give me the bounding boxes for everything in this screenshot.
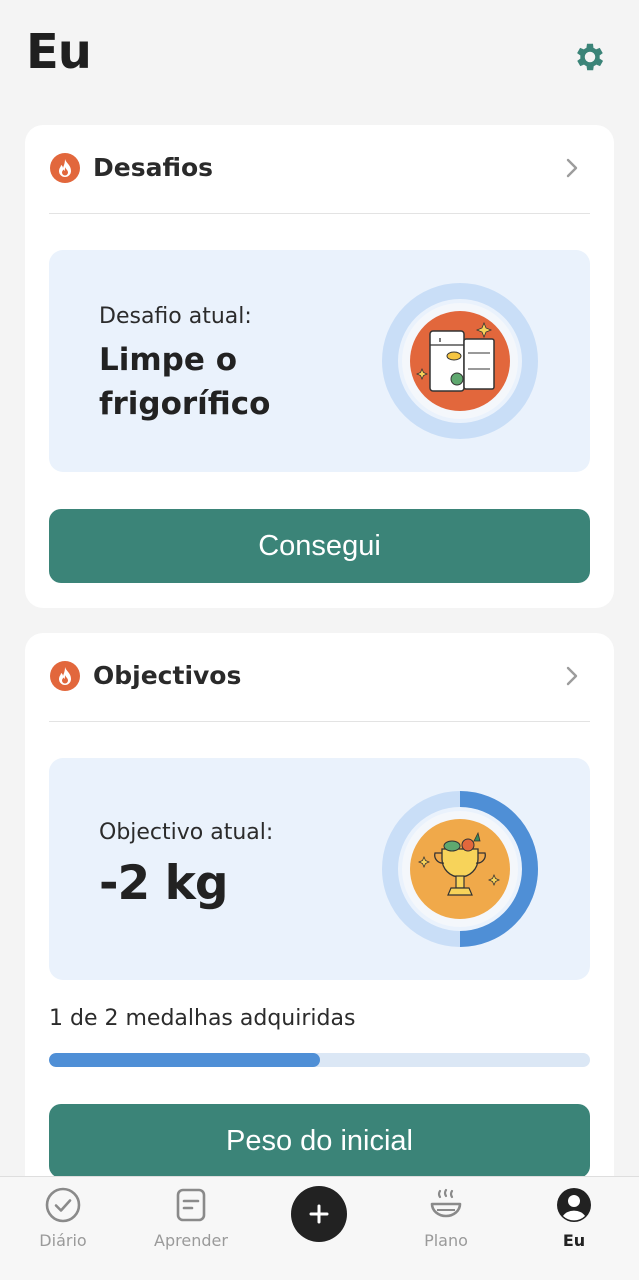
gear-icon [577,43,604,71]
notebook-icon [176,1188,206,1222]
plus-icon [309,1204,329,1224]
challenges-title: Desafios [93,153,214,182]
add-button[interactable] [291,1186,347,1242]
bottom-tab-bar: Diário Aprender Plano Eu [0,1176,639,1280]
tab-plan-label: Plano [424,1231,468,1250]
current-challenge-name: Limpe o frigorífico [99,342,271,422]
chevron-right-icon[interactable] [560,156,584,180]
flame-icon [50,153,80,183]
tab-diary[interactable]: Diário [13,1177,113,1280]
medals-progress-bar [49,1053,590,1067]
fridge-illustration [382,283,538,439]
tab-diary-label: Diário [39,1231,87,1250]
medals-progress-text: 1 de 2 medalhas adquiridas [49,1006,356,1031]
current-goal-panel: Objectivo atual: -2 kg [49,758,590,980]
chevron-right-icon[interactable] [560,664,584,688]
profile-icon [557,1188,591,1222]
tab-me-label: Eu [562,1231,586,1250]
current-goal-value: -2 kg [99,856,228,911]
done-challenge-button[interactable]: Consegui [49,509,590,583]
bowl-icon [430,1188,462,1218]
goals-header[interactable]: Objectivos [49,655,590,722]
page-title: Eu [26,24,92,80]
goals-title: Objectivos [93,661,242,690]
trophy-illustration [382,791,538,947]
tab-learn-label: Aprender [154,1231,228,1250]
check-circle-icon [45,1187,81,1223]
tab-learn[interactable]: Aprender [141,1177,241,1280]
settings-button[interactable] [569,36,611,78]
challenges-header[interactable]: Desafios [49,147,590,214]
goals-card: Objectivos Objectivo atual: -2 kg 1 de 2… [25,633,614,1193]
flame-icon [50,661,80,691]
current-goal-label: Objectivo atual: [99,820,274,845]
tab-plan[interactable]: Plano [396,1177,496,1280]
tab-me[interactable]: Eu [524,1177,624,1280]
initial-weight-button[interactable]: Peso do inicial [49,1104,590,1178]
current-challenge-panel: Desafio atual: Limpe o frigorífico [49,250,590,472]
current-challenge-label: Desafio atual: [99,304,252,329]
challenges-card: Desafios Desafio atual: Limpe o frigoríf… [25,125,614,608]
medals-progress-fill [49,1053,320,1067]
